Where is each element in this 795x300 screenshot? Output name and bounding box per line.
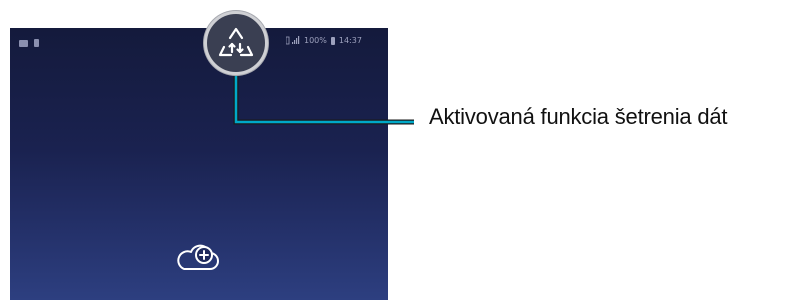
- status-time: 14:37: [338, 36, 362, 45]
- sd-card-icon: [34, 39, 39, 47]
- status-right: 100% 14:37: [286, 36, 362, 45]
- battery-percent: 100%: [304, 36, 327, 45]
- phone-screen: 100% 14:37: [10, 28, 388, 300]
- callout-label: Aktivovaná funkcia šetrenia dát: [429, 104, 728, 129]
- signal-icon: [286, 36, 300, 45]
- figure: 100% 14:37 Aktivovaná funkcia šetrenia d…: [0, 0, 795, 300]
- status-bar: 100% 14:37: [10, 28, 388, 56]
- magnifier-circle: [204, 11, 268, 75]
- battery-icon: [330, 36, 335, 45]
- status-left-icons: [19, 39, 39, 47]
- image-notification-icon: [19, 39, 28, 47]
- cloud-add-icon[interactable]: [174, 242, 222, 274]
- data-saver-icon: [218, 27, 254, 57]
